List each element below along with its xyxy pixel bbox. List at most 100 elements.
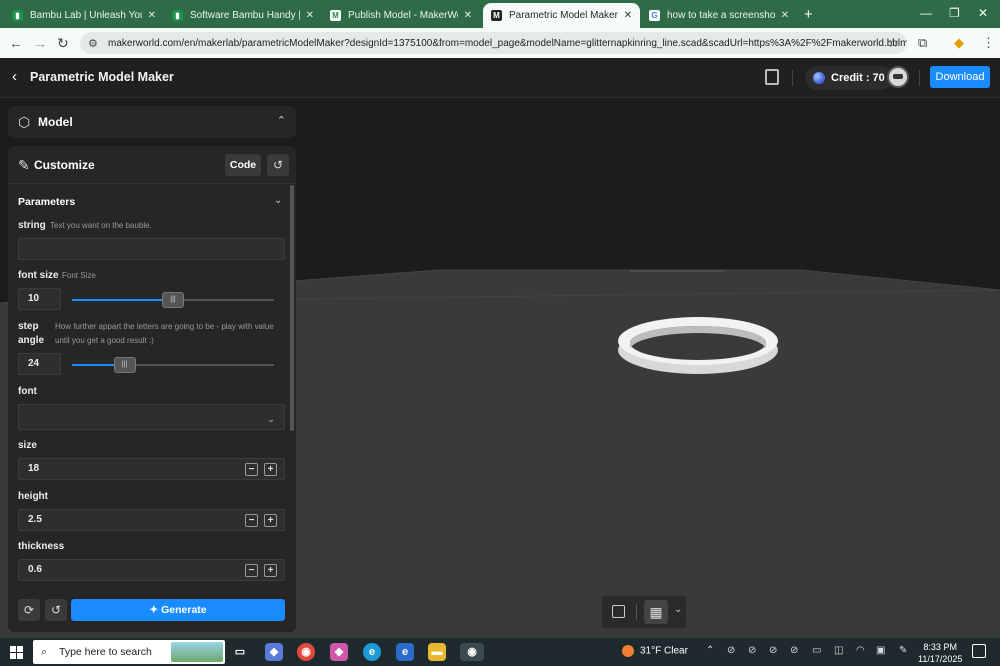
size-stepper[interactable]: 18 − +: [18, 458, 285, 480]
makerworld-icon: M: [330, 9, 341, 21]
credit-gem-icon: [813, 72, 825, 84]
battery-icon[interactable]: ▭: [812, 645, 821, 656]
chrome-active-icon[interactable]: ◉: [460, 643, 484, 661]
weather-widget[interactable]: 31°F Clear: [622, 645, 688, 657]
url-field[interactable]: ⚙ makerworld.com/en/makerlab/parametricM…: [80, 32, 907, 54]
close-tab-icon[interactable]: ✕: [624, 10, 632, 21]
copilot-app-icon[interactable]: ◆: [330, 643, 348, 661]
plus-icon[interactable]: +: [264, 463, 277, 476]
avatar[interactable]: [887, 66, 909, 88]
ring-model[interactable]: [618, 317, 778, 374]
notification-icon[interactable]: [972, 644, 986, 658]
grid-view-icon[interactable]: ▦: [644, 600, 668, 624]
cube-icon: ⬡: [18, 114, 31, 130]
file-explorer-icon[interactable]: ▬: [428, 643, 446, 661]
reset-icon[interactable]: ↺: [45, 599, 67, 621]
minimize-icon[interactable]: —: [920, 6, 932, 20]
minus-icon[interactable]: −: [245, 564, 258, 577]
customize-title: Customize: [34, 158, 95, 172]
chevron-down-icon[interactable]: ⌄: [674, 604, 682, 615]
search-icon: ⌕: [41, 646, 48, 658]
single-view-icon[interactable]: [612, 605, 625, 618]
windows-start-icon[interactable]: [10, 646, 23, 659]
chevron-down-icon: ⌄: [267, 414, 275, 424]
plus-icon[interactable]: +: [264, 564, 277, 577]
history-icon[interactable]: ↺: [267, 154, 289, 176]
tray-chevron-icon[interactable]: ⌃: [706, 645, 714, 656]
download-button[interactable]: Download: [930, 66, 990, 88]
clock-time: 8:33 PM: [923, 642, 957, 652]
minus-icon[interactable]: −: [245, 463, 258, 476]
copilot-icon[interactable]: ◆: [265, 643, 283, 661]
cast-icon[interactable]: ⧉: [918, 35, 927, 51]
param-desc-string: Text you want on the bauble.: [50, 221, 152, 230]
param-desc-font-size: Font Size: [62, 271, 96, 280]
reload-icon[interactable]: ↻: [57, 35, 69, 52]
taskbar-search[interactable]: ⌕ Type here to search: [33, 640, 225, 664]
chevron-up-icon[interactable]: ⌃: [277, 114, 286, 127]
app-header: ‹ Parametric Model Maker Credit : 70 Dow…: [0, 58, 1000, 98]
plus-icon[interactable]: +: [264, 514, 277, 527]
browser-tab[interactable]: ▮ Bambu Lab | Unleash Your Crea ✕: [4, 4, 164, 26]
wifi-icon[interactable]: ◠: [856, 645, 865, 656]
minus-icon[interactable]: −: [245, 514, 258, 527]
thickness-stepper[interactable]: 0.6 − +: [18, 559, 285, 581]
extension-icon[interactable]: ◆: [954, 35, 964, 51]
step-angle-input[interactable]: 24: [18, 353, 61, 375]
copy-icon[interactable]: [765, 69, 779, 85]
code-button[interactable]: Code: [225, 154, 261, 176]
close-tab-icon[interactable]: ✕: [148, 10, 156, 21]
browser-tab[interactable]: M Publish Model - MakerWorld ✕: [322, 4, 480, 26]
back-arrow-icon[interactable]: ←: [9, 35, 23, 51]
new-tab-button[interactable]: +: [804, 6, 813, 23]
param-label-string: string: [18, 220, 46, 231]
bookmark-star-icon[interactable]: ☆: [887, 35, 899, 51]
tray-app-icon[interactable]: ⊘: [790, 645, 798, 656]
parameters-heading: Parameters: [18, 196, 76, 208]
close-window-icon[interactable]: ✕: [978, 6, 988, 20]
tray-app-icon[interactable]: ⊘: [748, 645, 756, 656]
edge-icon[interactable]: e: [363, 643, 381, 661]
font-select[interactable]: ⌄: [18, 404, 285, 430]
page-title: Parametric Model Maker: [30, 70, 174, 84]
browser-tab-active[interactable]: M Parametric Model Maker ✕: [483, 3, 640, 28]
credit-badge[interactable]: Credit : 70: [805, 66, 893, 90]
view-toolbar: ▦ ⌄: [602, 596, 686, 628]
chevron-down-icon[interactable]: ⌄: [274, 195, 282, 206]
font-size-slider-thumb[interactable]: |||: [162, 292, 184, 308]
edge-alt-icon[interactable]: e: [396, 643, 414, 661]
restore-icon[interactable]: ❐: [949, 6, 960, 20]
forward-arrow-icon[interactable]: →: [33, 35, 47, 51]
tray-app-icon[interactable]: ⊘: [727, 645, 735, 656]
chrome-icon[interactable]: ◉: [297, 643, 315, 661]
generate-button[interactable]: ✦ Generate: [71, 599, 285, 621]
close-tab-icon[interactable]: ✕: [781, 10, 789, 21]
browser-tab[interactable]: G how to take a screenshot on lap ✕: [641, 4, 797, 26]
task-view-icon[interactable]: ▭: [231, 643, 249, 661]
model-panel-title: Model: [38, 115, 73, 129]
display-icon[interactable]: ▣: [876, 645, 885, 656]
menu-kebab-icon[interactable]: ⋮: [982, 35, 995, 51]
customize-header: ✎ Customize Code ↺: [8, 146, 296, 184]
makerworld-icon: M: [491, 10, 502, 21]
step-angle-slider[interactable]: |||: [72, 357, 274, 373]
bambu-lab-icon: ▮: [172, 9, 183, 21]
height-stepper[interactable]: 2.5 − +: [18, 509, 285, 531]
pen-icon[interactable]: ✎: [899, 645, 907, 656]
back-chevron-icon[interactable]: ‹: [12, 68, 17, 85]
site-info-icon[interactable]: ⚙: [88, 37, 98, 50]
scrollbar[interactable]: [290, 185, 294, 431]
search-placeholder: Type here to search: [59, 646, 152, 658]
browser-tab[interactable]: ▮ Software Bambu Handy | Bamb ✕: [164, 4, 322, 26]
font-size-input[interactable]: 10: [18, 288, 61, 310]
clock[interactable]: 8:33 PM 11/17/2025: [918, 641, 962, 665]
tray-app-icon[interactable]: ⊘: [769, 645, 777, 656]
step-angle-slider-thumb[interactable]: |||: [113, 357, 136, 373]
tray-app-icon[interactable]: ◫: [834, 645, 843, 656]
close-tab-icon[interactable]: ✕: [464, 10, 472, 21]
string-input[interactable]: [18, 238, 285, 260]
refresh-icon[interactable]: ⟳: [18, 599, 40, 621]
font-size-slider[interactable]: |||: [72, 292, 274, 308]
model-panel[interactable]: ⬡ Model ⌃: [8, 106, 296, 138]
close-tab-icon[interactable]: ✕: [306, 10, 314, 21]
